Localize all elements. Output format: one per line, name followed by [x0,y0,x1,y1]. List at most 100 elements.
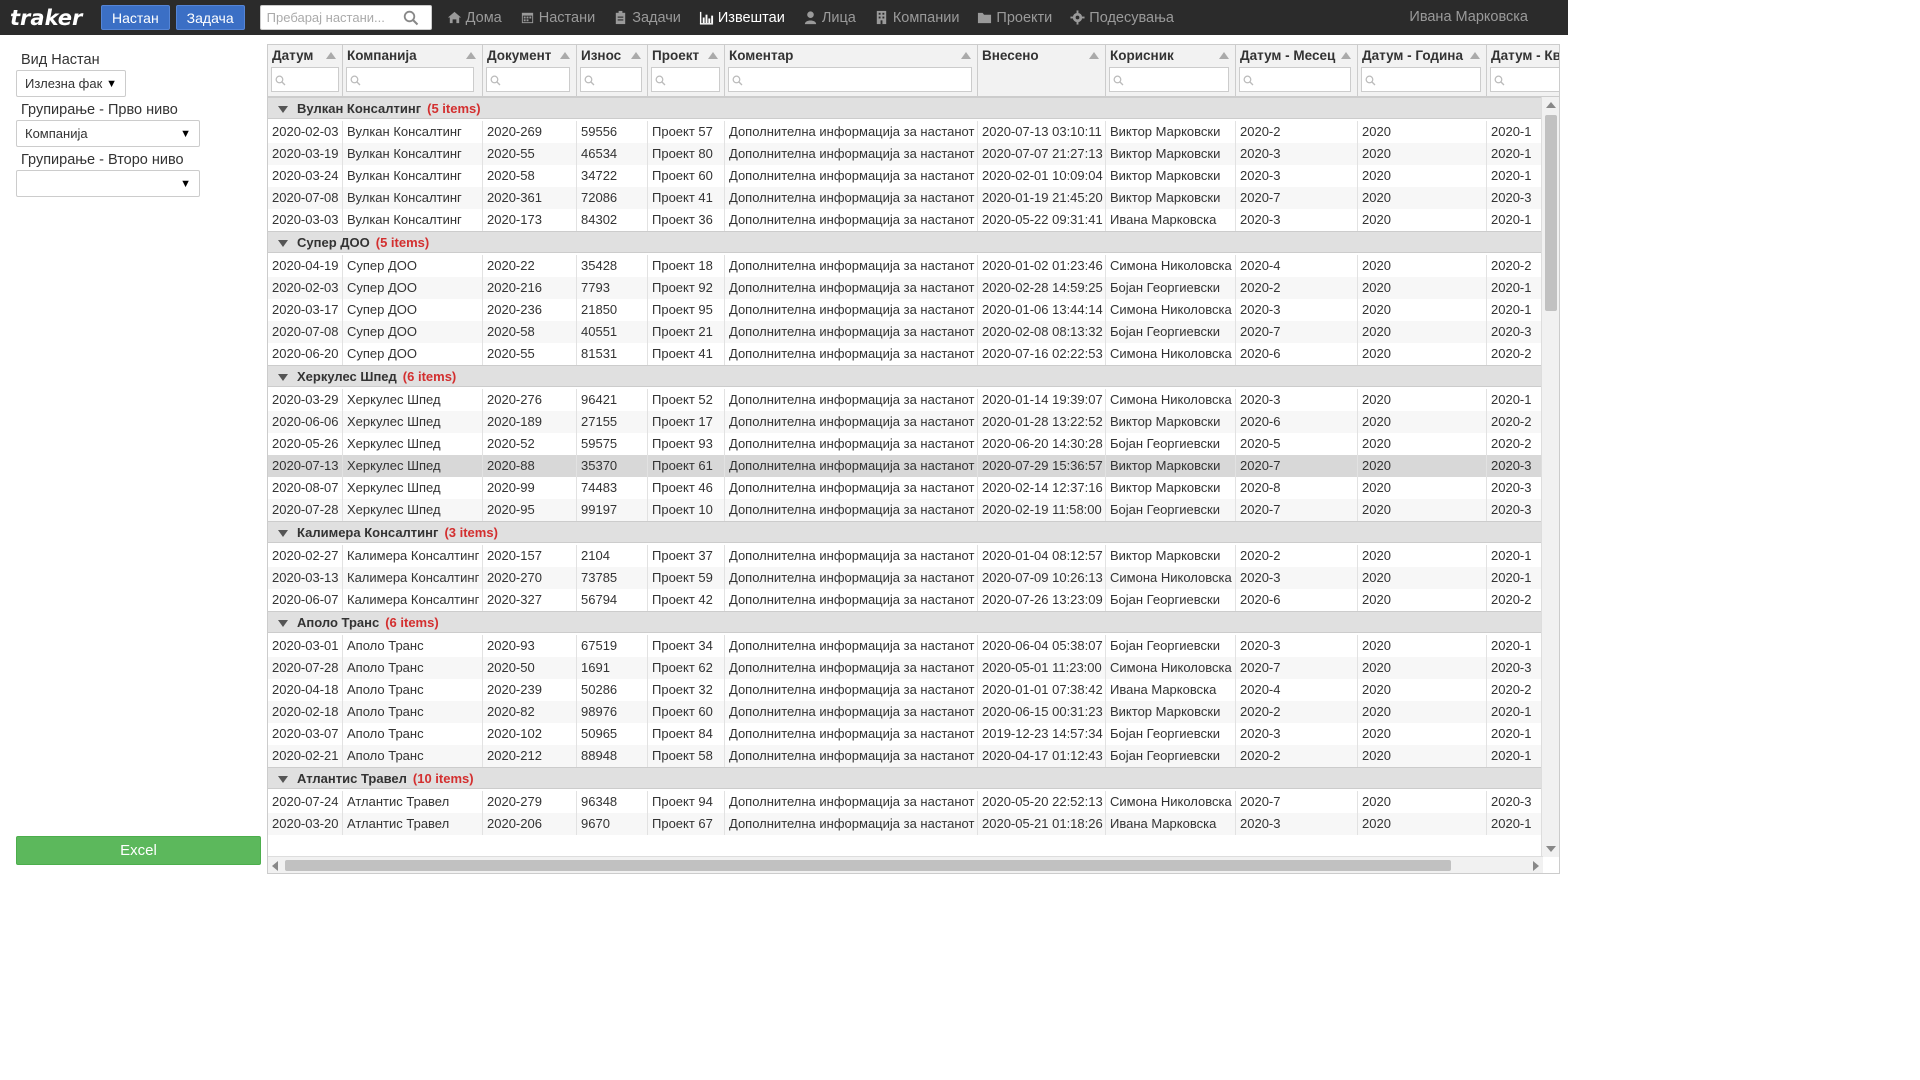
nav-link-7[interactable]: Подесувања [1070,10,1174,26]
horizontal-scroll-thumb[interactable] [285,860,1451,871]
table-row[interactable]: 2020-03-13 Калимера Консалтинг 2020-270 737… [268,567,1542,589]
sort-icon[interactable] [1341,52,1351,59]
brand-logo[interactable]: traker [10,6,98,30]
nav-link-6[interactable]: Проекти [977,10,1052,26]
column-filter-input[interactable] [580,67,642,92]
table-row[interactable]: 2020-07-28 Аполо Транс 2020-50 1691 Проект 6… [268,657,1542,679]
table-row[interactable]: 2020-06-06 Херкулес Шпед 2020-189 27155 Прое… [268,411,1542,433]
column-header[interactable]: Внесено [978,45,1106,97]
column-filter-input[interactable] [1109,67,1229,92]
table-cell: Дополнителна информација за настанот [725,277,978,299]
sort-icon[interactable] [708,52,718,59]
table-row[interactable]: 2020-03-07 Аполо Транс 2020-102 50965 Проект… [268,723,1542,745]
group-row[interactable]: Калимера Консалтинг (3 items) [268,521,1542,543]
sort-icon[interactable] [1219,52,1229,59]
nav-link-0[interactable]: Дома [447,10,502,26]
collapse-triangle-icon[interactable] [278,106,288,113]
group1-select[interactable]: Компанија ▼ [16,120,200,147]
scroll-left-icon[interactable] [272,861,278,871]
table-row[interactable]: 2020-03-20 Атлантис Травел 2020-206 9670 Про… [268,813,1542,835]
table-row[interactable]: 2020-03-17 Супер ДОО 2020-236 21850 Проект 9… [268,299,1542,321]
column-header[interactable]: Документ [483,45,577,97]
column-header[interactable]: Износ [577,45,648,97]
user-menu[interactable]: Ивана Марковска [1409,9,1528,25]
group-row[interactable]: Херкулес Шпед (6 items) [268,365,1542,387]
collapse-triangle-icon[interactable] [278,530,288,537]
table-row[interactable]: 2020-07-08 Супер ДОО 2020-58 40551 Проект 21… [268,321,1542,343]
column-filter-input[interactable] [1490,67,1559,92]
table-cell: 2020-02-14 12:37:16 [978,477,1106,499]
column-header[interactable]: Датум - Година [1358,45,1487,97]
table-row[interactable]: 2020-06-07 Калимера Консалтинг 2020-327 567… [268,589,1542,611]
collapse-triangle-icon[interactable] [278,776,288,783]
table-row[interactable]: 2020-07-08 Вулкан Консалтинг 2020-361 72086… [268,187,1542,209]
table-row[interactable]: 2020-07-13 Херкулес Шпед 2020-88 35370 Проек… [268,455,1542,477]
column-filter-input[interactable] [346,67,474,92]
nav-link-2[interactable]: Задачи [613,10,681,26]
search-icon[interactable] [403,10,419,26]
nav-link-1[interactable]: Настани [520,10,595,26]
column-filter-input[interactable] [1361,67,1481,92]
table-row[interactable]: 2020-03-24 Вулкан Консалтинг 2020-58 34722 П… [268,165,1542,187]
table-row[interactable]: 2020-02-18 Аполо Транс 2020-82 98976 Проект … [268,701,1542,723]
table-row[interactable]: 2020-07-28 Херкулес Шпед 2020-95 99197 Проек… [268,499,1542,521]
column-filter-input[interactable] [486,67,570,92]
table-row[interactable]: 2020-03-29 Херкулес Шпед 2020-276 96421 Прое… [268,389,1542,411]
column-filter-input[interactable] [271,67,339,92]
table-row[interactable]: 2020-07-24 Атлантис Травел 2020-279 96348 Пр… [268,791,1542,813]
new-event-button[interactable]: Настан [101,5,170,30]
table-row[interactable]: 2020-05-26 Херкулес Шпед 2020-52 59575 Проек… [268,433,1542,455]
column-header[interactable]: Корисник [1106,45,1236,97]
collapse-triangle-icon[interactable] [278,374,288,381]
table-row[interactable]: 2020-02-03 Супер ДОО 2020-216 7793 Проект 92… [268,277,1542,299]
scroll-right-icon[interactable] [1533,861,1539,871]
table-row[interactable]: 2020-02-03 Вулкан Консалтинг 2020-269 59556… [268,121,1542,143]
column-header[interactable]: Коментар [725,45,978,97]
column-filter-input[interactable] [1239,67,1351,92]
column-header[interactable]: Датум - Месец [1236,45,1358,97]
table-cell: 2020-01-02 01:23:46 [978,255,1106,277]
column-header[interactable]: Датум - Кв [1487,45,1559,97]
search-input[interactable] [266,10,403,25]
sort-icon[interactable] [631,52,641,59]
collapse-triangle-icon[interactable] [278,240,288,247]
sort-icon[interactable] [1089,52,1099,59]
table-row[interactable]: 2020-03-01 Аполо Транс 2020-93 67519 Проект … [268,635,1542,657]
sort-icon[interactable] [560,52,570,59]
table-row[interactable]: 2020-02-27 Калимера Консалтинг 2020-157 210… [268,545,1542,567]
nav-link-4[interactable]: Лица [803,10,856,26]
nav-link-3[interactable]: Извештаи [699,10,785,26]
table-row[interactable]: 2020-03-19 Вулкан Консалтинг 2020-55 46534 П… [268,143,1542,165]
sort-icon[interactable] [961,52,971,59]
collapse-triangle-icon[interactable] [278,620,288,627]
table-row[interactable]: 2020-06-20 Супер ДОО 2020-55 81531 Проект 41… [268,343,1542,365]
excel-export-button[interactable]: Excel [16,836,261,865]
table-row[interactable]: 2020-03-03 Вулкан Консалтинг 2020-173 84302… [268,209,1542,231]
table-row[interactable]: 2020-02-21 Аполо Транс 2020-212 88948 Проект… [268,745,1542,767]
group-row[interactable]: Атлантис Травел (10 items) [268,767,1542,789]
new-task-button[interactable]: Задача [175,5,245,30]
sort-icon[interactable] [1470,52,1480,59]
scroll-down-icon[interactable] [1546,846,1556,852]
column-header[interactable]: Проект [648,45,725,97]
vertical-scroll-thumb[interactable] [1545,115,1557,311]
column-header[interactable]: Компанија [343,45,483,97]
group-row[interactable]: Супер ДОО (5 items) [268,231,1542,253]
group-row[interactable]: Вулкан Консалтинг (5 items) [268,97,1542,119]
event-type-select[interactable]: Излезна фак ▼ [16,70,126,97]
vertical-scrollbar[interactable] [1541,97,1559,857]
table-cell: Виктор Марковски [1106,165,1236,187]
group2-select[interactable]: ▼ [16,170,200,197]
column-header[interactable]: Датум [268,45,343,97]
column-filter-input[interactable] [728,67,972,92]
group-row[interactable]: Аполо Транс (6 items) [268,611,1542,633]
table-row[interactable]: 2020-04-18 Аполо Транс 2020-239 50286 Проект… [268,679,1542,701]
sort-icon[interactable] [326,52,336,59]
horizontal-scrollbar[interactable] [268,856,1543,873]
scroll-up-icon[interactable] [1546,102,1556,108]
nav-link-5[interactable]: Компании [874,10,959,26]
sort-icon[interactable] [466,52,476,59]
table-row[interactable]: 2020-08-07 Херкулес Шпед 2020-99 74483 Проек… [268,477,1542,499]
table-row[interactable]: 2020-04-19 Супер ДОО 2020-22 35428 Проект 18… [268,255,1542,277]
column-filter-input[interactable] [651,67,720,92]
